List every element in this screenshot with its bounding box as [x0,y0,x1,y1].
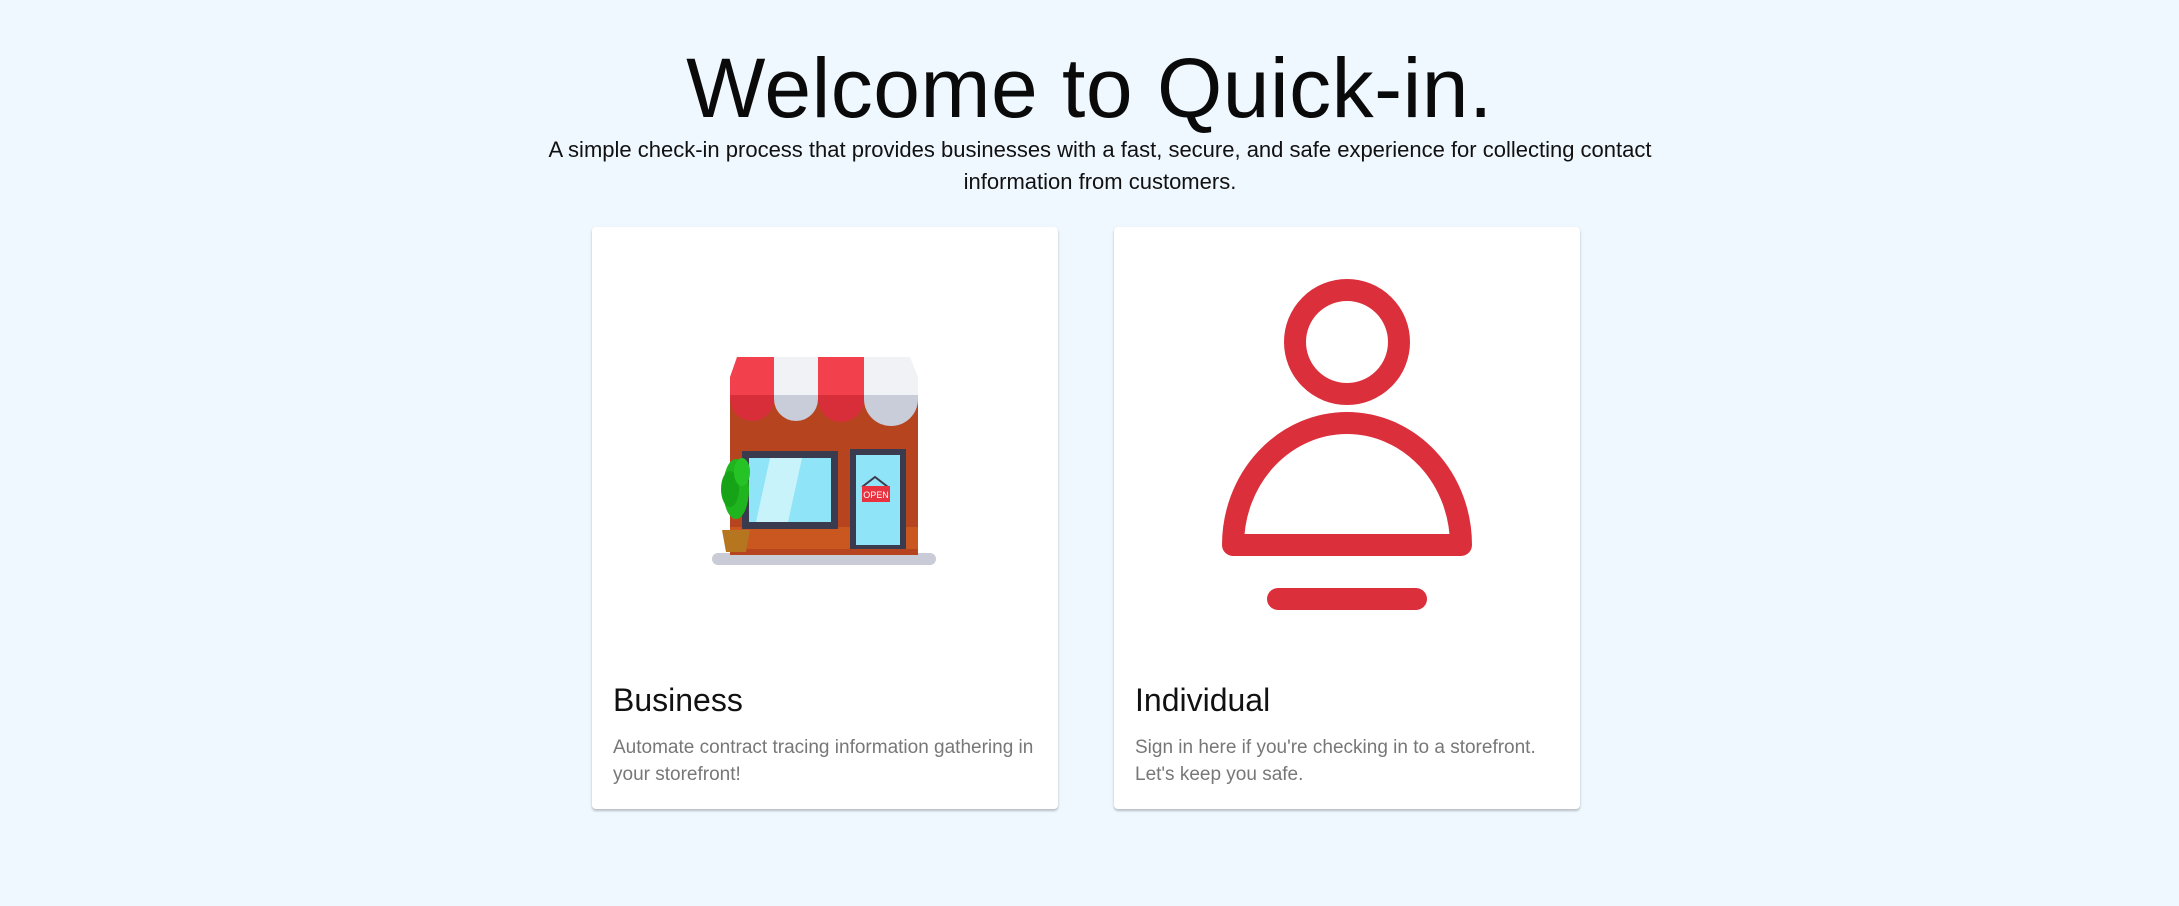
page-title: Welcome to Quick-in. [686,41,1493,135]
business-card-title: Business [613,682,743,718]
individual-card-description: Sign in here if you're checking in to a … [1135,737,1536,785]
page-subtitle: A simple check-in process that provides … [548,137,1652,194]
individual-card[interactable]: Individual Sign in here if you're checki… [1114,227,1580,809]
business-card-media: OPEN [592,227,1058,667]
person-icon [1222,279,1472,610]
business-card-description: Automate contract tracing information ga… [613,737,1034,785]
storefront-icon: OPEN [712,357,936,565]
individual-card-media [1114,227,1580,667]
open-sign-text: OPEN [863,490,889,500]
individual-card-title: Individual [1135,682,1271,718]
business-card[interactable]: OPEN Business Automate contract tracing … [592,227,1058,809]
